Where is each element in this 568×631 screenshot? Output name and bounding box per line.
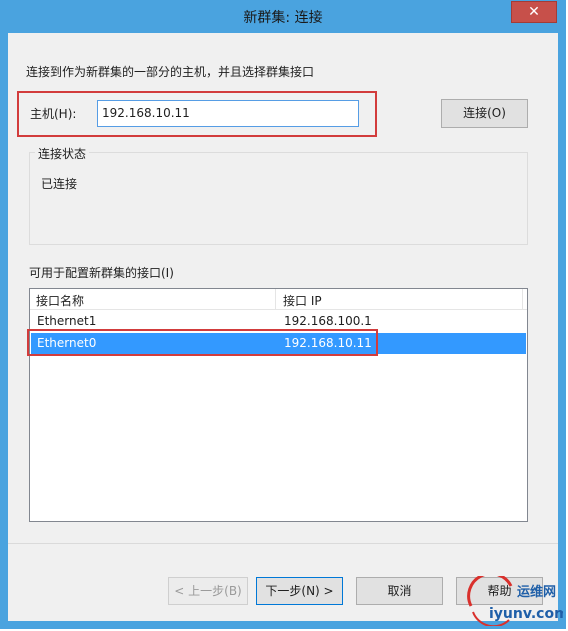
back-button[interactable]: < 上一步(B) — [168, 577, 248, 605]
row-highlight-box — [27, 329, 378, 356]
dialog-body: 连接到作为新群集的一部分的主机，并且选择群集接口 主机(H): 192.168.… — [8, 33, 558, 621]
watermark-text-top: 运维网 — [517, 584, 556, 600]
interface-name: Ethernet1 — [37, 314, 97, 328]
watermark-logo: 运维网 iyunv.com — [467, 576, 563, 626]
status-group-label: 连接状态 — [35, 145, 90, 162]
list-header: 接口名称 接口 IP — [30, 289, 527, 310]
host-input[interactable]: 192.168.10.11 — [97, 100, 359, 127]
window-title: 新群集: 连接 — [243, 10, 323, 26]
connection-status-group: 连接状态 已连接 — [29, 145, 528, 245]
cancel-button[interactable]: 取消 — [356, 577, 443, 605]
dialog-window: 新群集: 连接 ✕ 连接到作为新群集的一部分的主机，并且选择群集接口 主机(H)… — [0, 0, 566, 629]
column-header-ip[interactable]: 接口 IP — [277, 289, 523, 310]
interfaces-label: 可用于配置新群集的接口(I) — [29, 266, 174, 280]
close-icon: ✕ — [528, 4, 540, 20]
watermark-text-bottom: iyunv.com — [489, 606, 563, 622]
description-text: 连接到作为新群集的一部分的主机，并且选择群集接口 — [26, 65, 315, 79]
interfaces-list[interactable]: 接口名称 接口 IP Ethernet1 192.168.100.1 Ether… — [29, 288, 528, 522]
title-bar[interactable]: 新群集: 连接 ✕ — [1, 1, 565, 33]
column-header-name[interactable]: 接口名称 — [30, 289, 276, 310]
close-button[interactable]: ✕ — [511, 1, 557, 23]
connect-button[interactable]: 连接(O) — [441, 99, 528, 128]
host-label: 主机(H): — [30, 107, 77, 121]
interface-ip: 192.168.100.1 — [284, 314, 372, 328]
status-text: 已连接 — [41, 177, 78, 191]
next-button[interactable]: 下一步(N) > — [256, 577, 343, 605]
button-divider — [8, 543, 558, 544]
